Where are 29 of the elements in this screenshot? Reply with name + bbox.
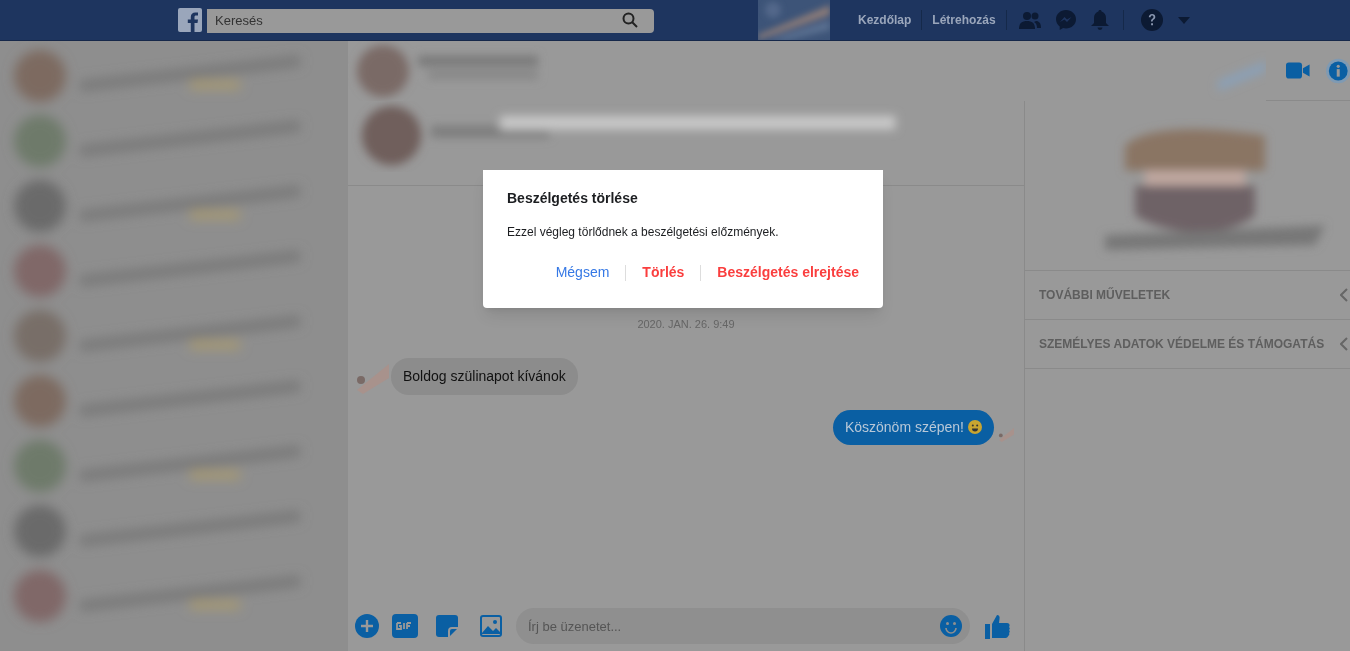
info-icon[interactable] <box>1325 57 1350 84</box>
bell-icon[interactable] <box>1090 10 1109 30</box>
nav-link[interactable]: Kezdőlap <box>848 11 922 29</box>
video-call-icon[interactable] <box>1286 62 1310 79</box>
like-icon[interactable] <box>985 613 1011 639</box>
section-header[interactable]: SZEMÉLYES ADATOK VÉDELME ÉS TÁMOGATÁS <box>1025 320 1350 369</box>
delete-button[interactable]: Beszélgetés elrejtése <box>717 262 859 283</box>
smiley-icon <box>968 419 982 434</box>
image-icon[interactable] <box>480 615 502 637</box>
help-icon[interactable] <box>1140 9 1163 31</box>
nav-link[interactable]: Létrehozás <box>922 11 1006 29</box>
message-field[interactable]: Írj be üzenetet... <box>516 608 970 644</box>
add-icon[interactable] <box>355 614 379 638</box>
messenger-icon[interactable] <box>1054 9 1077 31</box>
caret-icon[interactable] <box>1177 16 1190 24</box>
emoji-icon[interactable] <box>940 615 962 637</box>
sticker-icon[interactable] <box>436 615 458 637</box>
section-header[interactable]: TOVÁBBI MŰVELETEK <box>1025 271 1350 320</box>
logo-icon[interactable] <box>178 8 202 32</box>
dialog-message: Ezzel végleg törlődnek a beszélgetési előzmények. <box>507 224 780 241</box>
friends-icon[interactable] <box>1018 11 1041 29</box>
delete-button[interactable]: Törlés <box>642 262 685 283</box>
cancel-button[interactable]: Mégsem <box>555 262 610 283</box>
search-field[interactable]: Keresés <box>207 8 654 33</box>
search-icon[interactable] <box>622 12 638 28</box>
dialog-title: Beszélgetés törlése <box>507 189 639 208</box>
gif-icon[interactable] <box>392 614 418 638</box>
message-bubble: Köszönöm szépen! <box>832 409 994 445</box>
message-bubble: Boldog szülinapot kívánok <box>391 358 578 395</box>
